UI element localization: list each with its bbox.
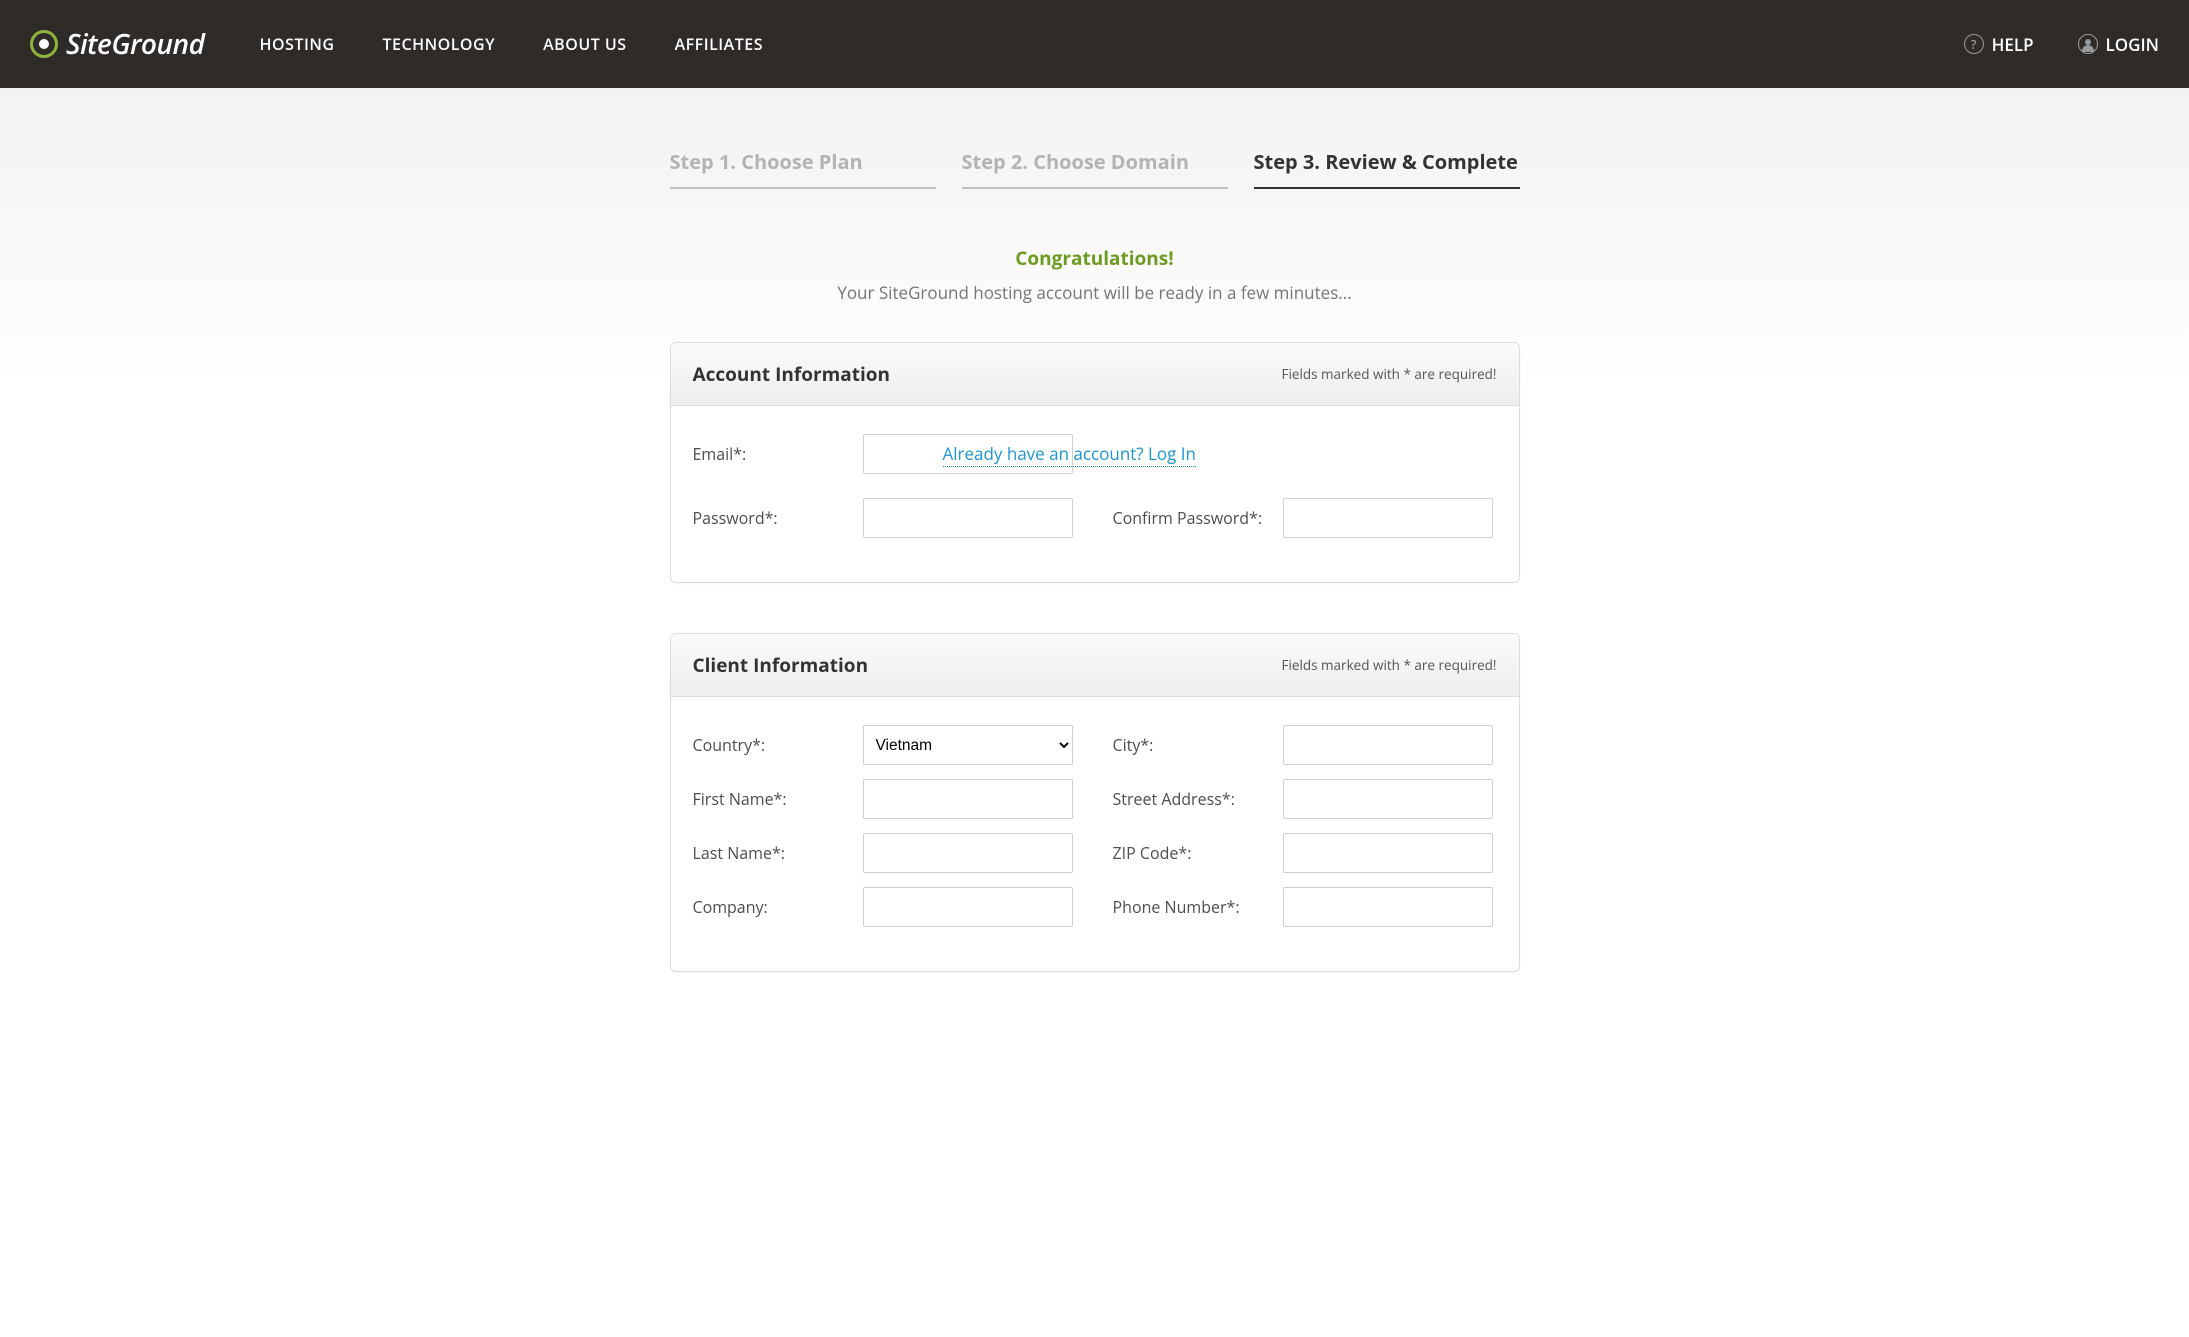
city-label: City*:: [1113, 734, 1283, 756]
password-field[interactable]: [863, 498, 1073, 538]
client-information-panel: Client Information Fields marked with * …: [670, 633, 1520, 972]
confirm-password-label: Confirm Password*:: [1113, 507, 1283, 529]
header-right: ? HELP LOGIN: [1964, 33, 2159, 56]
help-label: HELP: [1992, 33, 2034, 56]
help-link[interactable]: ? HELP: [1964, 33, 2034, 56]
zip-code-field[interactable]: [1283, 833, 1493, 873]
help-icon: ?: [1964, 34, 1984, 54]
login-link[interactable]: LOGIN: [2078, 33, 2159, 56]
already-have-account-link[interactable]: Already have an account? Log In: [943, 442, 1196, 467]
password-label: Password*:: [693, 507, 863, 529]
login-label: LOGIN: [2106, 33, 2159, 56]
steps: Step 1. Choose Plan Step 2. Choose Domai…: [670, 148, 1520, 189]
country-select[interactable]: Vietnam: [863, 725, 1073, 765]
container: Step 1. Choose Plan Step 2. Choose Domai…: [670, 148, 1520, 972]
city-field[interactable]: [1283, 725, 1493, 765]
email-label: Email*:: [693, 443, 863, 465]
logo[interactable]: SiteGround: [30, 25, 204, 63]
street-address-label: Street Address*:: [1113, 788, 1283, 810]
phone-number-field[interactable]: [1283, 887, 1493, 927]
main: Step 1. Choose Plan Step 2. Choose Domai…: [0, 88, 2189, 1337]
panel-title: Client Information: [693, 652, 869, 678]
nav-about-us[interactable]: ABOUT US: [543, 33, 626, 55]
nav-affiliates[interactable]: AFFILIATES: [675, 33, 763, 55]
company-field[interactable]: [863, 887, 1073, 927]
country-label: Country*:: [693, 734, 863, 756]
last-name-field[interactable]: [863, 833, 1073, 873]
confirm-password-field[interactable]: [1283, 498, 1493, 538]
congratulations: Congratulations! Your SiteGround hosting…: [670, 245, 1520, 304]
step-1[interactable]: Step 1. Choose Plan: [670, 148, 936, 189]
required-note: Fields marked with * are required!: [1281, 656, 1496, 674]
nav-technology[interactable]: TECHNOLOGY: [382, 33, 495, 55]
congratulations-title: Congratulations!: [670, 245, 1520, 271]
phone-number-label: Phone Number*:: [1113, 896, 1283, 918]
header: SiteGround HOSTING TECHNOLOGY ABOUT US A…: [0, 0, 2189, 88]
street-address-field[interactable]: [1283, 779, 1493, 819]
first-name-field[interactable]: [863, 779, 1073, 819]
user-icon: [2078, 34, 2098, 54]
last-name-label: Last Name*:: [693, 842, 863, 864]
panel-header: Client Information Fields marked with * …: [671, 634, 1519, 697]
zip-code-label: ZIP Code*:: [1113, 842, 1283, 864]
step-3[interactable]: Step 3. Review & Complete: [1254, 148, 1520, 189]
panel-title: Account Information: [693, 361, 891, 387]
panel-body: Country*: Vietnam City*: First Name*:: [671, 697, 1519, 971]
first-name-label: First Name*:: [693, 788, 863, 810]
account-information-panel: Account Information Fields marked with *…: [670, 342, 1520, 583]
main-nav: HOSTING TECHNOLOGY ABOUT US AFFILIATES: [259, 33, 763, 55]
panel-body: Email*: Already have an account? Log In …: [671, 406, 1519, 582]
panel-header: Account Information Fields marked with *…: [671, 343, 1519, 406]
company-label: Company:: [693, 896, 863, 918]
logo-text: SiteGround: [66, 25, 204, 63]
logo-icon: [30, 30, 58, 58]
nav-hosting[interactable]: HOSTING: [259, 33, 334, 55]
congratulations-subtitle: Your SiteGround hosting account will be …: [670, 281, 1520, 304]
required-note: Fields marked with * are required!: [1281, 365, 1496, 383]
step-2[interactable]: Step 2. Choose Domain: [962, 148, 1228, 189]
